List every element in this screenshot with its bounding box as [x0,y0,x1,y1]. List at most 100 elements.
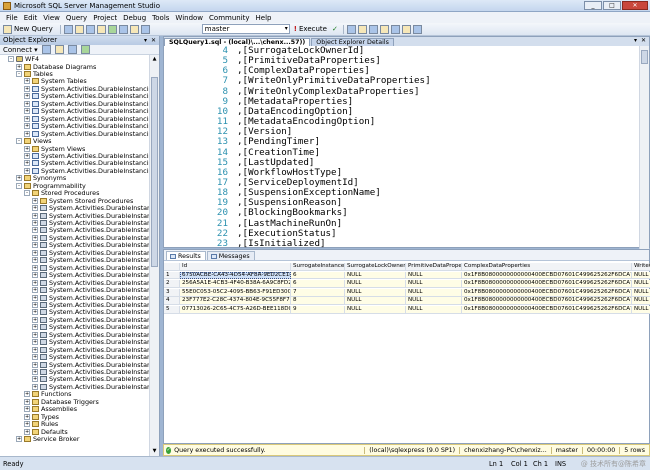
code-line[interactable]: 22 ,[ExecutionStatus] [164,228,640,239]
expand-icon[interactable]: + [32,257,38,264]
expand-icon[interactable]: + [32,287,38,294]
table-row[interactable]: 16750ACBE-CA43-4D54-AF8A-9ED2CE1DB8C36NU… [164,271,650,280]
expand-icon[interactable]: + [32,339,38,346]
minimize-button[interactable]: _ [584,1,602,10]
code-line[interactable]: 12 ,[Version] [164,126,640,137]
tab-object-explorer-details[interactable]: Object Explorer Details [311,38,394,46]
code-line[interactable]: 14 ,[CreationTime] [164,147,640,158]
expand-icon[interactable]: + [32,197,38,204]
grid-cell[interactable]: NULL [345,297,406,306]
table-row[interactable]: 507713026-2C65-4C75-A26D-BEE118D0E31B9NU… [164,306,650,314]
expand-icon[interactable]: + [32,234,38,241]
expand-icon[interactable]: + [32,242,38,249]
code-line[interactable]: 13 ,[PendingTimer] [164,136,640,147]
refresh-icon[interactable] [80,45,90,54]
grid-cell[interactable]: 0x1F8B0800000000000400ECBD07601C49962526… [462,297,632,306]
grid-cell[interactable]: NULL [345,288,406,297]
code-editor[interactable]: 4 ,[SurrogateLockOwnerId] 5 ,[PrimitiveData… [164,46,640,249]
expand-icon[interactable]: + [32,294,38,301]
table-row[interactable]: 423F777E2-C28C-4374-804E-9C55F8F7EC488NU… [164,297,650,306]
grid-cell[interactable]: 256A5A1E-4CB3-4F40-B38A-6A9C8FD21ADF [180,280,291,288]
expand-icon[interactable]: + [32,249,38,256]
scrollbar-thumb[interactable] [641,50,648,64]
code-line[interactable]: 5 ,[PrimitiveDataProperties] [164,55,640,66]
display-plan-icon[interactable] [346,24,356,34]
menu-view[interactable]: View [43,14,60,22]
grid-cell[interactable]: 0x1F8B0800000000000400ECBD07601C49962526… [462,288,632,297]
object-explorer-scrollbar[interactable]: ▲ ▼ [149,55,159,456]
expand-icon[interactable]: + [32,279,38,286]
scrollbar-thumb[interactable] [151,77,158,267]
column-header[interactable]: ComplexDataProperties [462,263,632,271]
column-header[interactable]: Id [180,263,291,271]
grid-cell[interactable]: 6 [291,280,345,288]
expand-icon[interactable]: + [24,160,30,167]
menu-debug[interactable]: Debug [123,14,146,22]
expand-icon[interactable]: + [24,93,30,100]
code-line[interactable]: 18 ,[SuspensionExceptionName] [164,187,640,198]
menu-edit[interactable]: Edit [24,14,38,22]
menu-file[interactable]: File [6,14,18,22]
row-number[interactable]: 2 [164,280,180,288]
expand-icon[interactable]: + [24,152,30,159]
expand-icon[interactable]: + [32,272,38,279]
expand-icon[interactable]: + [32,369,38,376]
table-row[interactable]: 355E0C053-05C2-4095-BB63-F91ED300EFD27NU… [164,288,650,297]
grid-cell[interactable]: 23F777E2-C28C-4374-804E-9C55F8F7EC48 [180,297,291,306]
grid-cell[interactable]: 6 [291,271,345,280]
expand-icon[interactable]: + [32,227,38,234]
results-to-grid-icon[interactable] [368,24,378,34]
scroll-down-icon[interactable]: ▼ [151,448,158,455]
grid-cell[interactable]: NULL [406,280,462,288]
save-icon[interactable] [74,24,84,34]
maximize-button[interactable]: □ [603,1,621,10]
tab-close-icon[interactable]: ✕ [641,37,646,44]
disconnect-icon[interactable] [41,45,51,54]
editor-scrollbar[interactable] [639,46,649,249]
collapse-icon[interactable]: - [16,138,22,145]
menu-project[interactable]: Project [93,14,117,22]
expand-icon[interactable]: + [32,205,38,212]
scroll-up-icon[interactable]: ▲ [151,56,158,63]
expand-icon[interactable]: + [32,324,38,331]
grid-cell[interactable]: NULL [345,280,406,288]
grid-cell[interactable]: 0x1F8B0800000000000400ECBD07601C49962526… [462,306,632,314]
row-number[interactable]: 4 [164,297,180,306]
expand-icon[interactable]: + [24,391,30,398]
template-explorer-icon[interactable] [129,24,139,34]
grid-cell[interactable]: NULL [406,271,462,280]
expand-icon[interactable]: + [24,413,30,420]
tree-node[interactable]: + Service Broker [16,435,79,443]
grid-cell[interactable]: 0x1F8B0800000000000400ECBD07601C49962526… [462,280,632,288]
object-tree[interactable]: - WF4 + Database Diagrams - Tables + System Tab… [0,55,150,456]
code-line[interactable]: 8 ,[WriteOnlyComplexDataProperties] [164,86,640,97]
expand-icon[interactable]: + [16,436,22,443]
code-line[interactable]: 15 ,[LastUpdated] [164,157,640,168]
results-grid[interactable]: Id SurrogateInstanceId SurrogateLockOwnerI… [164,263,650,445]
expand-icon[interactable]: + [24,85,30,92]
tab-sql-query[interactable]: SQLQuery1.sql - (local)\...\chenx...57)) [164,38,311,46]
grid-cell[interactable]: 0x1F8B0800000000000400ECBD07601C49962526… [462,271,632,280]
uncomment-icon[interactable] [401,24,411,34]
column-header[interactable]: PrimitiveDataProperties [406,263,462,271]
grid-cell[interactable]: 07713026-2C65-4C75-A26D-BEE118D0E31B [180,306,291,314]
column-header[interactable]: WriteOnlyPrimi [632,263,650,271]
collapse-icon[interactable]: - [16,182,22,189]
collapse-icon[interactable]: - [8,56,14,63]
table-row[interactable]: 2256A5A1E-4CB3-4F40-B38A-6A9C8FD21ADF6NU… [164,280,650,288]
column-header[interactable]: SurrogateInstanceId [291,263,345,271]
code-line[interactable]: 11 ,[MetadataEncodingOption] [164,116,640,127]
code-line[interactable]: 17 ,[ServiceDeploymentId] [164,177,640,188]
expand-icon[interactable]: + [24,78,30,85]
grid-cell[interactable]: NULL [632,280,650,288]
expand-icon[interactable]: + [32,309,38,316]
code-line[interactable]: 9 ,[MetadataProperties] [164,96,640,107]
menu-window[interactable]: Window [175,14,203,22]
object-explorer-icon[interactable] [118,24,128,34]
tab-messages[interactable]: Messages [206,251,255,260]
expand-icon[interactable]: + [32,361,38,368]
expand-icon[interactable]: + [24,130,30,137]
pin-icon[interactable]: ▾ [144,36,147,45]
grid-cell[interactable]: NULL [345,271,406,280]
indent-icon[interactable] [412,24,422,34]
